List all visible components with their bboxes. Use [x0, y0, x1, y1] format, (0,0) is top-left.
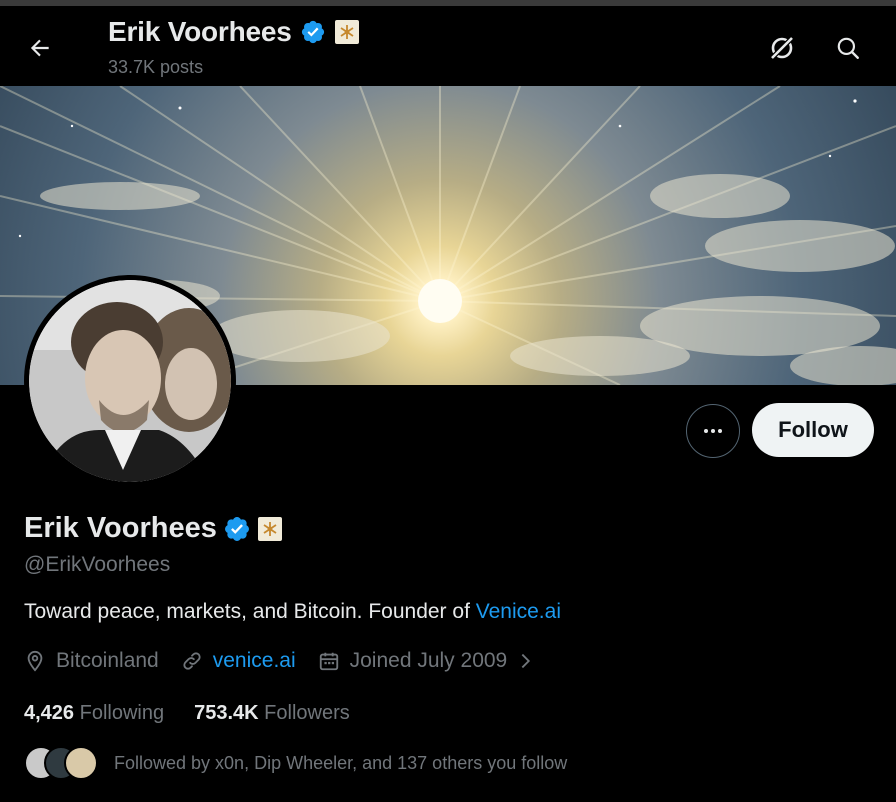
verified-badge-icon[interactable] [223, 515, 251, 543]
search-button[interactable] [826, 28, 870, 68]
profile-name-row: Erik Voorhees [24, 512, 283, 545]
affiliate-badge-icon[interactable] [257, 516, 283, 542]
chevron-right-icon [521, 653, 531, 669]
meta-joined[interactable]: Joined July 2009 [318, 649, 536, 673]
profile-stats: 4,426 Following 753.4K Followers [24, 702, 380, 725]
followed-by-text: Followed by x0n, Dip Wheeler, and 137 ot… [114, 752, 568, 773]
verified-badge-icon [301, 20, 324, 44]
avatar-photo [29, 280, 231, 482]
website-link[interactable]: venice.ai [213, 649, 296, 673]
following-count: 4,426 [24, 702, 75, 724]
grok-icon [770, 36, 794, 60]
joined-text: Joined July 2009 [349, 649, 508, 672]
calendar-icon [319, 652, 338, 671]
followers-link[interactable]: 753.4K Followers [194, 702, 350, 725]
header-post-count: 33.7K posts [108, 57, 204, 77]
bio-text: Toward peace, markets, and Bitcoin. Foun… [24, 600, 476, 623]
meta-location: Bitcoinland [24, 649, 159, 673]
search-icon [837, 37, 859, 59]
follow-button[interactable]: Follow [752, 403, 874, 457]
location-text: Bitcoinland [56, 649, 159, 672]
more-options-button[interactable] [686, 404, 740, 458]
back-button[interactable] [20, 28, 60, 68]
profile-bio: Toward peace, markets, and Bitcoin. Foun… [24, 600, 561, 624]
profile-handle: @ErikVoorhees [24, 553, 171, 576]
following-label: Following [79, 702, 165, 724]
profile-avatar[interactable] [24, 275, 236, 487]
follower-avatar [64, 746, 98, 780]
follower-avatars [24, 746, 98, 780]
more-horizontal-icon [704, 429, 722, 433]
location-pin-icon [27, 650, 43, 672]
followers-count: 753.4K [194, 702, 259, 724]
profile-name: Erik Voorhees [24, 512, 217, 544]
profile-meta: Bitcoinland venice.ai Joined July 2009 [24, 649, 557, 673]
followers-label: Followers [264, 702, 350, 724]
header-name: Erik Voorhees [108, 16, 292, 47]
grok-button[interactable] [760, 28, 804, 68]
affiliate-badge-icon [334, 20, 359, 44]
bio-link[interactable]: Venice.ai [476, 600, 561, 623]
profile-header-bar: Erik Voorhees 33.7K posts [0, 6, 896, 86]
arrow-left-icon [30, 39, 49, 57]
followed-by-row[interactable]: Followed by x0n, Dip Wheeler, and 137 ot… [24, 746, 567, 780]
following-link[interactable]: 4,426 Following [24, 702, 164, 725]
meta-website: venice.ai [181, 649, 296, 673]
link-icon [183, 652, 201, 670]
header-title-row: Erik Voorhees [108, 16, 360, 48]
